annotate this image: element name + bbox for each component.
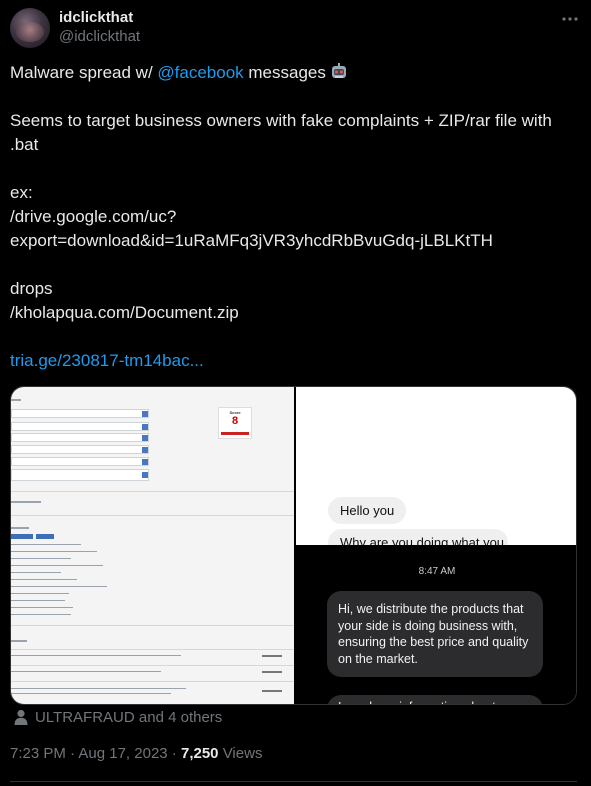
- tweet-line: Malware spread w/ @facebook messages: [10, 61, 580, 85]
- display-name[interactable]: idclickthat: [59, 9, 140, 27]
- tweet-line: .bat: [10, 135, 39, 154]
- media-grid: Score 8 Hello you Why are you doing what…: [10, 386, 577, 705]
- scan-heading: [11, 501, 41, 503]
- divider: [11, 515, 294, 516]
- author-names: idclickthat @idclickthat: [59, 9, 140, 47]
- views-label: Views: [218, 745, 263, 762]
- tagged-text: ULTRAFRAUD and 4 others: [35, 708, 223, 726]
- scan-text: [11, 572, 61, 573]
- score-box: Score 8: [218, 407, 252, 439]
- scan-field: [11, 409, 149, 418]
- chat-bubble: Why are you doing what you: [328, 529, 508, 545]
- scan-text: [11, 671, 161, 672]
- scan-text: [11, 579, 77, 580]
- avatar[interactable]: [10, 8, 50, 48]
- divider: [11, 649, 294, 650]
- handle[interactable]: @idclickthat: [59, 27, 140, 47]
- scan-text: [11, 586, 107, 587]
- scan-heading: [11, 640, 27, 642]
- media-image-scan-report[interactable]: Score 8: [11, 387, 294, 704]
- scan-field: [11, 433, 149, 442]
- scan-field-button: [142, 424, 148, 430]
- scan-field-button: [142, 472, 148, 478]
- chat-bubble: Hi, we distribute the products that your…: [327, 591, 543, 677]
- more-options-icon[interactable]: [561, 10, 579, 28]
- scan-field-button: [142, 411, 148, 417]
- chat-bubble: Hello you: [328, 497, 407, 524]
- scan-field-button: [142, 435, 148, 441]
- scan-field-button: [142, 459, 148, 465]
- chat-timestamp: 8:47 AM: [418, 566, 456, 577]
- chat-bubble: I send you information about: [327, 695, 543, 704]
- robot-emoji-icon: [331, 63, 346, 78]
- mention-link[interactable]: @facebook: [157, 63, 243, 82]
- tweet-time[interactable]: 7:23 PM: [10, 745, 66, 762]
- scan-field: [11, 422, 149, 431]
- scan-heading: [11, 527, 29, 529]
- dash: [262, 671, 282, 673]
- scan-text: [11, 693, 171, 694]
- tweet-text: Malware spread w/ @facebook messages See…: [10, 61, 580, 373]
- scan-field: [11, 469, 149, 481]
- person-icon: [14, 709, 28, 725]
- tag: [11, 534, 33, 539]
- scan-text: [11, 544, 81, 545]
- scan-heading: [11, 399, 21, 401]
- scan-text: [11, 600, 65, 601]
- score-value: 8: [231, 415, 239, 427]
- tweet-line-prefix: Malware spread w/: [10, 63, 158, 82]
- divider: [11, 491, 294, 492]
- media-image-chat-bottom[interactable]: 8:47 AM Hi, we distribute the products t…: [296, 547, 576, 704]
- scan-text: [11, 614, 71, 615]
- tag: [36, 534, 54, 539]
- meta-separator: ·: [65, 745, 79, 762]
- scan-text: [11, 688, 186, 689]
- divider: [11, 625, 294, 626]
- scan-text: [11, 593, 69, 594]
- scan-text: [11, 558, 71, 559]
- scan-text: [11, 655, 181, 656]
- divider: [10, 781, 577, 782]
- tweet-line: ex:: [10, 183, 33, 202]
- views-count: 7,250: [180, 745, 219, 762]
- dash: [262, 655, 282, 657]
- tweet-line: export=download&id=1uRaMFq3jVR3yhcdRbBvu…: [10, 231, 493, 250]
- scan-field: [11, 457, 149, 466]
- tweet-line: Seems to target business owners with fak…: [10, 111, 552, 130]
- divider: [11, 681, 294, 682]
- tweet-header: idclickthat @idclickthat: [10, 8, 581, 48]
- tweet-line: /kholapqua.com/Document.zip: [10, 303, 239, 322]
- media-image-chat-top[interactable]: Hello you Why are you doing what you: [296, 387, 576, 545]
- tweet-date[interactable]: Aug 17, 2023: [78, 745, 167, 762]
- tweet-meta: 7:23 PM · Aug 17, 2023 · 7,250 Views: [10, 744, 262, 764]
- score-bar: [221, 432, 249, 435]
- tweet-line-suffix: messages: [243, 63, 326, 82]
- scan-text: [11, 607, 73, 608]
- tweet-line: drops: [10, 279, 53, 298]
- meta-separator: ·: [167, 745, 181, 762]
- scan-field-button: [142, 447, 148, 453]
- divider: [11, 665, 294, 666]
- scan-text: [11, 565, 103, 566]
- scan-field: [11, 445, 149, 454]
- tweet-line: /drive.google.com/uc?: [10, 207, 177, 226]
- tagged-people[interactable]: ULTRAFRAUD and 4 others: [12, 708, 222, 726]
- dash: [262, 690, 282, 692]
- tweet-link[interactable]: tria.ge/230817-tm14bac...: [10, 351, 204, 370]
- scan-text: [11, 551, 97, 552]
